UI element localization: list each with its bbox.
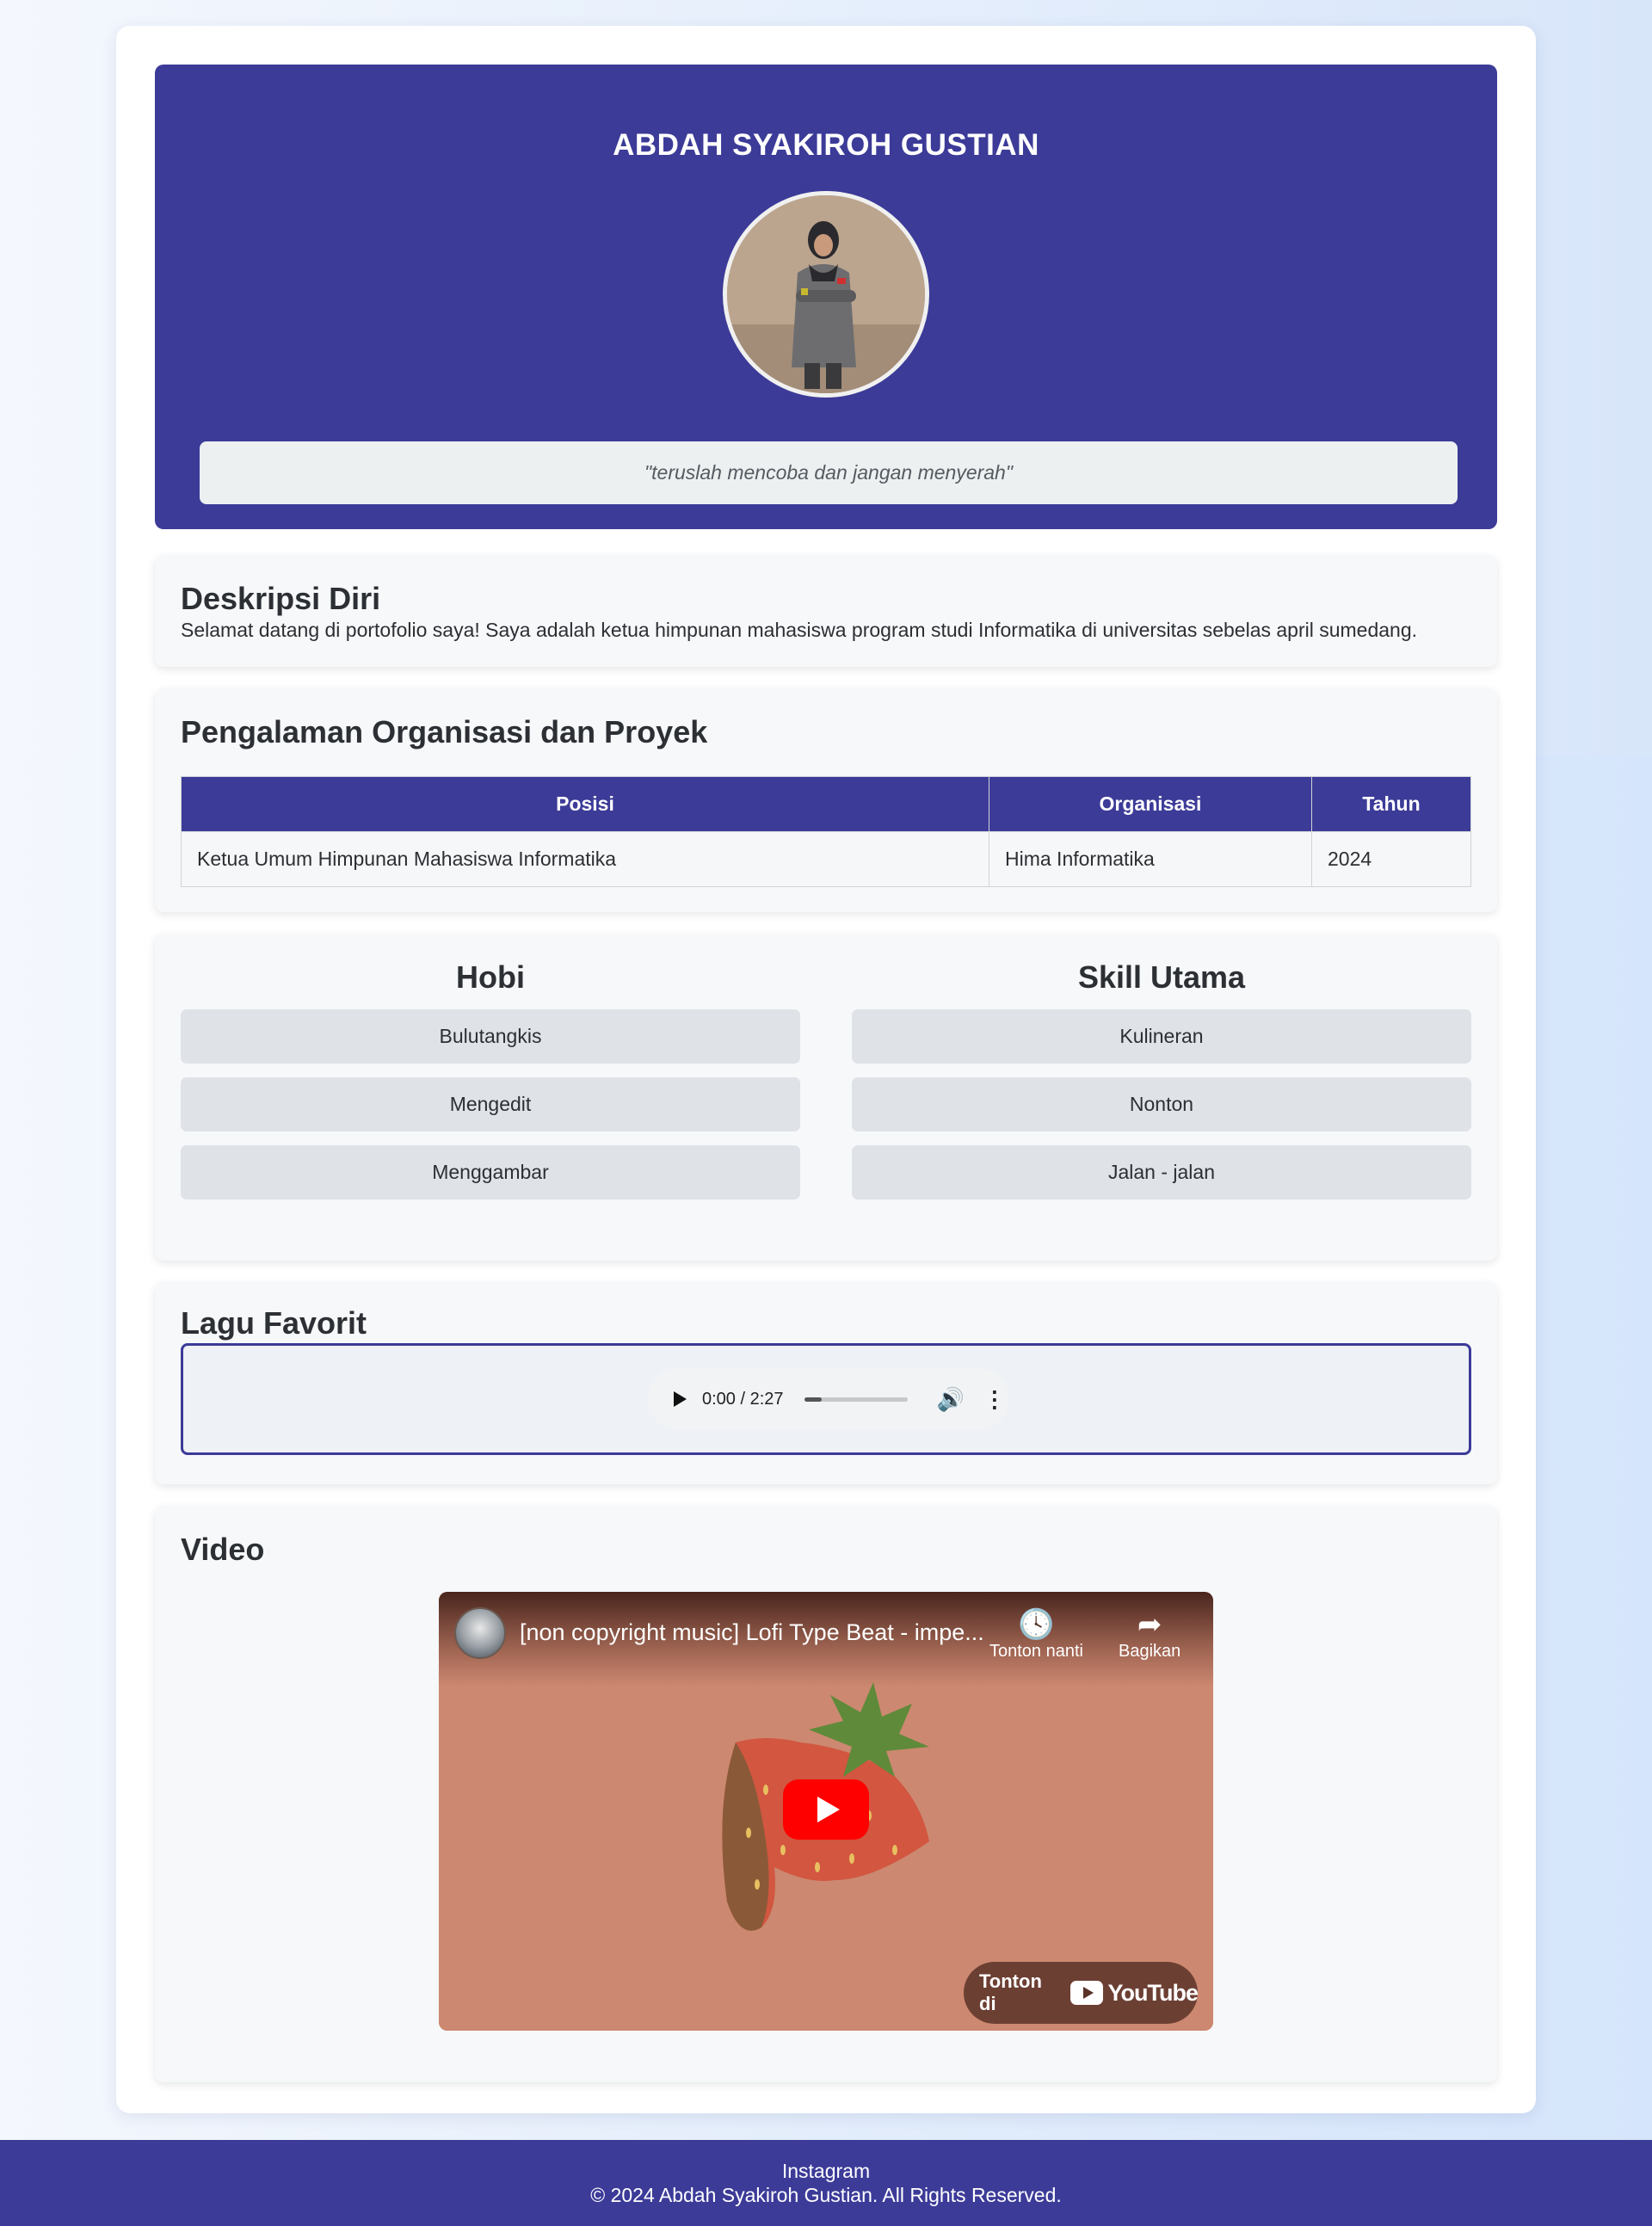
youtube-embed[interactable]: [non copyright music] Lofi Type Beat - i… <box>439 1592 1213 2031</box>
experience-table: Posisi Organisasi Tahun Ketua Umum Himpu… <box>181 776 1471 887</box>
column-header: Posisi <box>181 776 989 832</box>
section-title: Skill Utama <box>1077 959 1246 995</box>
motto-quote: "teruslah mencoba dan jangan menyerah" <box>200 441 1458 504</box>
watch-later-button[interactable]: 🕓 Tonton nanti <box>989 1607 1083 1662</box>
section-title: Deskripsi Diri <box>181 581 381 616</box>
watch-later-label: Tonton nanti <box>989 1642 1083 1661</box>
table-row: Ketua Umum Himpunan Mahasiswa Informatik… <box>181 831 1471 887</box>
instagram-link[interactable]: Instagram <box>0 2159 1652 2183</box>
about-section: Deskripsi Diri Selamat datang di portofo… <box>155 555 1497 667</box>
hobby-column: Hobi Bulutangkis Mengedit Menggambar <box>181 959 800 1213</box>
share-icon: ➦ <box>1137 1608 1162 1641</box>
page-footer: Instagram © 2024 Abdah Syakiroh Gustian.… <box>0 2140 1652 2226</box>
clock-icon: 🕓 <box>1018 1608 1055 1641</box>
table-cell: 2024 <box>1311 831 1471 887</box>
channel-avatar[interactable] <box>454 1607 506 1659</box>
volume-icon[interactable]: 🔊 <box>937 1386 965 1413</box>
hobby-item: Bulutangkis <box>181 1009 800 1064</box>
skill-item: Nonton <box>852 1077 1471 1131</box>
hobby-item: Mengedit <box>181 1077 800 1131</box>
column-header: Tahun <box>1311 776 1471 832</box>
favorite-song-section: Lagu Favorit 0:00 / 2:27 🔊 ⋮ <box>155 1282 1497 1484</box>
column-header: Organisasi <box>989 776 1312 832</box>
youtube-logo-icon <box>1069 1981 1103 2005</box>
profile-photo <box>723 191 929 398</box>
table-header-row: Posisi Organisasi Tahun <box>181 776 1471 832</box>
more-options-icon[interactable]: ⋮ <box>983 1386 1006 1413</box>
youtube-wordmark: YouTube <box>1107 1979 1199 2006</box>
audio-player[interactable]: 0:00 / 2:27 🔊 ⋮ <box>648 1368 1009 1430</box>
profile-name: ABDAH SYAKIROH GUSTIAN <box>613 128 1039 162</box>
play-icon[interactable] <box>674 1391 687 1407</box>
main-container: ABDAH SYAKIROH GUSTIAN "teruslah mencoba… <box>116 26 1536 2113</box>
section-title: Pengalaman Organisasi dan Proyek <box>181 714 708 749</box>
audio-time: 0:00 / 2:27 <box>702 1389 784 1409</box>
profile-photo-illustration <box>727 195 925 393</box>
hobby-skill-section: Hobi Bulutangkis Mengedit Menggambar Ski… <box>155 934 1497 1261</box>
copyright-text: © 2024 Abdah Syakiroh Gustian. All Right… <box>590 2184 1062 2206</box>
audio-seek-bar[interactable] <box>804 1397 908 1402</box>
share-label: Bagikan <box>1119 1642 1181 1661</box>
about-text: Selamat datang di portofolio saya! Saya … <box>181 619 1418 641</box>
profile-header: ABDAH SYAKIROH GUSTIAN "teruslah mencoba… <box>155 65 1497 529</box>
watch-on-youtube-button[interactable]: Tonton di YouTube <box>964 1962 1199 2024</box>
play-button[interactable] <box>783 1779 869 1840</box>
video-section: Video [non copyright music] Lofi Type Be… <box>155 1506 1497 2082</box>
audio-progress-fill <box>804 1397 822 1402</box>
section-title: Video <box>181 1532 265 1567</box>
section-title: Hobi <box>456 959 525 995</box>
skill-item: Kulineran <box>852 1009 1471 1064</box>
video-title[interactable]: [non copyright music] Lofi Type Beat - i… <box>520 1619 984 1646</box>
skill-item: Jalan - jalan <box>852 1145 1471 1199</box>
experience-section: Pengalaman Organisasi dan Proyek Posisi … <box>155 688 1497 912</box>
table-cell: Ketua Umum Himpunan Mahasiswa Informatik… <box>181 831 989 887</box>
table-cell: Hima Informatika <box>989 831 1312 887</box>
audio-frame: 0:00 / 2:27 🔊 ⋮ <box>181 1343 1471 1455</box>
share-button[interactable]: ➦ Bagikan <box>1119 1607 1180 1662</box>
watch-on-label: Tonton di <box>979 1970 1042 2014</box>
section-title: Lagu Favorit <box>181 1305 367 1341</box>
skill-column: Skill Utama Kulineran Nonton Jalan - jal… <box>852 959 1471 1213</box>
hobby-item: Menggambar <box>181 1145 800 1199</box>
